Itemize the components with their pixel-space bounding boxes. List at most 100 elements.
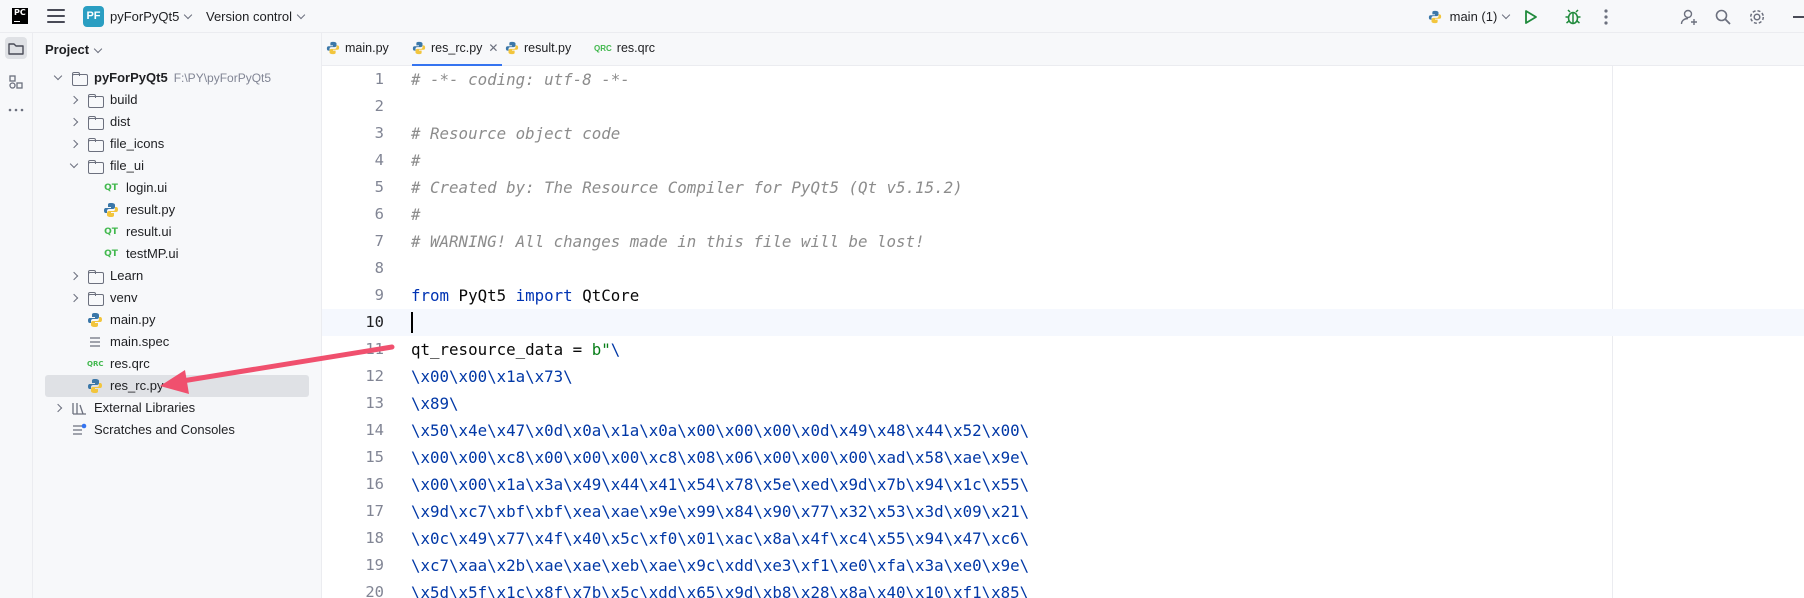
- folder-icon: [87, 290, 104, 306]
- code-line[interactable]: \x0c\x49\x77\x4f\x40\x5c\xf0\x01\xac\x8a…: [411, 525, 1029, 552]
- collapse-arrow-icon[interactable]: [69, 95, 79, 105]
- more-horizontal-icon: [8, 108, 24, 112]
- line-number: 10: [365, 313, 384, 331]
- version-control-menu[interactable]: Version control: [206, 9, 306, 24]
- code-line[interactable]: # -*- coding: utf-8 -*-: [411, 66, 630, 93]
- line-number: 7: [374, 232, 384, 250]
- line-number: 6: [374, 205, 384, 223]
- code-line[interactable]: # Created by: The Resource Compiler for …: [411, 174, 963, 201]
- folder-icon: [87, 158, 104, 174]
- tab-main-py[interactable]: main.py: [326, 33, 389, 66]
- python-icon: [88, 379, 102, 393]
- minimize-window-icon[interactable]: [1793, 16, 1804, 18]
- tree-root-project[interactable]: pyForPyQt5 F:\PY\pyForPyQt5: [45, 67, 318, 89]
- code-line[interactable]: qt_resource_data = b"\: [411, 336, 620, 363]
- collapse-arrow-icon[interactable]: [69, 139, 79, 149]
- code-line[interactable]: \x5d\x5f\x1c\x8f\x7b\x5c\xdd\x65\x9d\xb8…: [411, 579, 1029, 598]
- tree-item-result-ui[interactable]: QT result.ui: [45, 221, 318, 243]
- tree-item-venv[interactable]: venv: [45, 287, 318, 309]
- tree-item-label: result.ui: [126, 224, 172, 239]
- tree-item-login-ui[interactable]: QT login.ui: [45, 177, 318, 199]
- code-line[interactable]: #: [411, 201, 421, 228]
- tree-item-external-libraries[interactable]: External Libraries: [45, 397, 318, 419]
- code-line[interactable]: \x50\x4e\x47\x0d\x0a\x1a\x0a\x00\x00\x00…: [411, 417, 1029, 444]
- tree-item-testmp-ui[interactable]: QT testMP.ui: [45, 243, 318, 265]
- tree-item-learn[interactable]: Learn: [45, 265, 318, 287]
- expand-arrow-icon[interactable]: [53, 71, 63, 81]
- code-line[interactable]: # WARNING! All changes made in this file…: [411, 228, 925, 255]
- code-editor[interactable]: 1 # -*- coding: utf-8 -*- 2 3 # Resource obj…: [322, 66, 1804, 598]
- collapse-arrow-icon[interactable]: [69, 271, 79, 281]
- more-actions-icon[interactable]: [1596, 7, 1616, 27]
- tab-res-qrc[interactable]: QRC res.qrc: [594, 33, 655, 66]
- collapse-arrow-icon[interactable]: [69, 117, 79, 127]
- settings-gear-icon[interactable]: [1747, 7, 1767, 27]
- project-view-selector[interactable]: Project: [45, 42, 103, 57]
- tree-item-label: testMP.ui: [126, 246, 179, 261]
- collapse-arrow-icon[interactable]: [53, 403, 63, 413]
- project-tool-button[interactable]: [5, 37, 27, 59]
- tree-item-dist[interactable]: dist: [45, 111, 318, 133]
- close-tab-icon[interactable]: ✕: [488, 33, 498, 64]
- text-caret: [411, 312, 413, 333]
- line-number: 11: [365, 340, 384, 358]
- code-line[interactable]: #: [411, 147, 421, 174]
- run-configuration-selector[interactable]: main (1): [1428, 9, 1511, 24]
- tree-item-file-ui[interactable]: file_ui: [45, 155, 318, 177]
- code-line[interactable]: \x89\: [411, 390, 459, 417]
- search-icon[interactable]: [1713, 7, 1733, 27]
- project-switcher[interactable]: pyForPyQt5: [110, 9, 193, 24]
- code-line[interactable]: \x00\x00\xc8\x00\x00\x00\xc8\x08\x06\x00…: [411, 444, 1029, 471]
- tree-item-label: main.py: [110, 312, 156, 327]
- tool-window-strip: [0, 33, 33, 598]
- line-number: 17: [365, 502, 384, 520]
- tree-item-label: Learn: [110, 268, 144, 283]
- code-line[interactable]: from PyQt5 import QtCore: [411, 282, 639, 309]
- tree-item-result-py[interactable]: result.py: [45, 199, 318, 221]
- tree-item-file-icons[interactable]: file_icons: [45, 133, 318, 155]
- chevron-down-icon: [1502, 10, 1511, 20]
- tab-result-py[interactable]: result.py: [505, 33, 571, 66]
- collapse-arrow-icon[interactable]: [69, 293, 79, 303]
- tree-item-res-qrc[interactable]: QRC res.qrc: [45, 353, 318, 375]
- more-tool-windows-button[interactable]: [5, 99, 27, 121]
- current-line-highlight: [322, 309, 1804, 336]
- folder-icon: [87, 114, 104, 130]
- line-number: 15: [365, 448, 384, 466]
- line-number: 2: [374, 97, 384, 115]
- line-number: 14: [365, 421, 384, 439]
- line-number: 12: [365, 367, 384, 385]
- tree-item-res-rc-py[interactable]: res_rc.py: [45, 375, 309, 397]
- run-icon[interactable]: [1520, 7, 1540, 27]
- line-number: 19: [365, 556, 384, 574]
- tree-item-main-spec[interactable]: main.spec: [45, 331, 318, 353]
- line-number: 1: [374, 70, 384, 88]
- code-line[interactable]: \x9d\xc7\xbf\xbf\xea\xae\x9e\x99\x84\x90…: [411, 498, 1029, 525]
- code-line[interactable]: # Resource object code: [411, 120, 620, 147]
- python-icon: [1428, 10, 1442, 24]
- code-line[interactable]: \xc7\xaa\x2b\xae\xae\xeb\xae\x9c\xdd\xe3…: [411, 552, 1029, 579]
- expand-arrow-icon[interactable]: [69, 159, 79, 169]
- main-menu-hamburger-icon[interactable]: [47, 9, 65, 23]
- library-icon: [72, 403, 86, 415]
- tab-res-rc-py[interactable]: res_rc.py ✕: [412, 33, 503, 66]
- qrc-file-icon: QRC: [87, 360, 104, 368]
- line-number: 4: [374, 151, 384, 169]
- python-icon: [326, 41, 340, 55]
- qt-file-icon: QT: [104, 183, 118, 193]
- run-configuration-label: main (1): [1449, 9, 1498, 24]
- tree-item-label: res.qrc: [110, 356, 150, 371]
- tree-item-build[interactable]: build: [45, 89, 318, 111]
- chevron-down-icon: [184, 10, 193, 20]
- tree-item-main-py[interactable]: main.py: [45, 309, 318, 331]
- structure-icon: [9, 75, 23, 89]
- debug-icon[interactable]: [1563, 7, 1583, 27]
- scratches-icon: [73, 423, 87, 435]
- code-line[interactable]: \x00\x00\x1a\x73\: [411, 363, 573, 390]
- tree-item-label: file_icons: [110, 136, 165, 151]
- tree-item-scratches[interactable]: Scratches and Consoles: [45, 419, 318, 441]
- structure-tool-button[interactable]: [5, 71, 27, 93]
- project-badge[interactable]: PF: [83, 6, 104, 27]
- add-user-icon[interactable]: [1679, 7, 1699, 27]
- code-line[interactable]: \x00\x00\x1a\x3a\x49\x44\x41\x54\x78\x5e…: [411, 471, 1029, 498]
